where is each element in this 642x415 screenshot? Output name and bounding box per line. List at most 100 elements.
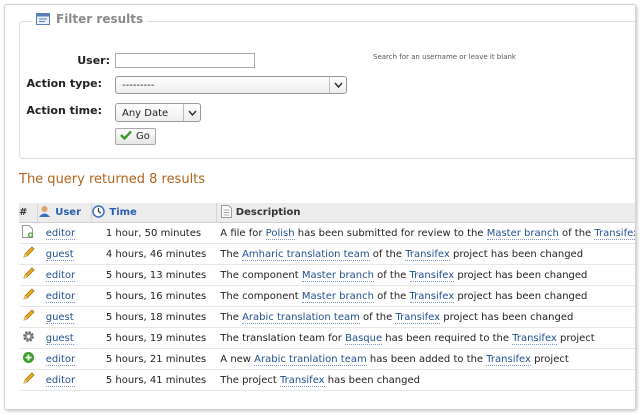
sort-time-link[interactable]: Time <box>109 207 136 218</box>
description-text: project has been changed <box>454 290 588 302</box>
row-description-cell: The translation team for Basque has been… <box>216 327 635 349</box>
row-user-cell: guest <box>37 306 92 328</box>
description-text: The <box>220 248 243 260</box>
col-description-label: Description <box>235 207 301 218</box>
row-user-cell: editor <box>37 222 92 244</box>
description-text: The <box>220 311 243 323</box>
description-text: The translation team for <box>220 332 346 344</box>
pencil-icon <box>22 288 35 304</box>
results-table: # User Time Description editor 1 hour, 5… <box>19 203 635 391</box>
filter-panel: Filter results User: Search for an usern… <box>19 12 635 159</box>
user-link[interactable]: guest <box>45 248 74 261</box>
col-header-user[interactable]: User <box>37 203 92 223</box>
user-link[interactable]: editor <box>45 269 76 282</box>
description-link[interactable]: Transifex <box>395 311 441 324</box>
description-text: project <box>556 332 595 344</box>
user-hint: Search for an username or leave it blank <box>373 53 516 61</box>
row-description-cell: The component Master branch of the Trans… <box>216 264 635 286</box>
user-link[interactable]: guest <box>45 311 74 324</box>
row-time-cell: 4 hours, 46 minutes <box>91 243 217 265</box>
description-link[interactable]: Master branch <box>301 290 374 303</box>
user-label: User: <box>77 54 110 67</box>
description-text: project has been changed <box>440 311 574 323</box>
file-add-icon <box>22 225 34 241</box>
row-time-cell: 1 hour, 50 minutes <box>91 222 217 244</box>
user-icon <box>38 205 51 221</box>
description-link[interactable]: Transifex <box>594 227 635 240</box>
row-description-cell: A new Arabic tranlation team has been ad… <box>216 348 635 370</box>
description-text: project has been changed <box>449 248 584 260</box>
user-link[interactable]: guest <box>45 332 74 345</box>
user-link[interactable]: editor <box>45 227 76 240</box>
description-text: has been changed <box>324 374 420 386</box>
user-link[interactable]: editor <box>45 290 76 303</box>
row-time-cell: 5 hours, 41 minutes <box>91 369 217 391</box>
row-description-cell: The project Transifex has been changed <box>216 369 635 391</box>
row-icon-cell <box>19 222 38 244</box>
row-icon-cell <box>19 264 38 286</box>
chevron-down-icon <box>183 104 200 121</box>
description-text: A new <box>220 353 255 365</box>
table-row: guest 5 hours, 18 minutes The Arabic trans… <box>19 306 635 328</box>
action-time-label: Action time: <box>26 104 102 117</box>
user-link[interactable]: editor <box>45 353 76 366</box>
description-link[interactable]: Amharic translation team <box>242 248 370 261</box>
pencil-icon <box>22 309 35 325</box>
row-user-cell: editor <box>37 348 92 370</box>
table-row: editor 5 hours, 21 minutes A new Arabic tr… <box>19 348 635 370</box>
row-time-cell: 5 hours, 13 minutes <box>91 264 217 286</box>
row-icon-cell <box>19 348 38 370</box>
description-link[interactable]: Transifex <box>409 290 455 303</box>
add-green-icon <box>22 351 35 367</box>
action-time-value: Any Date <box>122 108 169 119</box>
row-time-cell: 5 hours, 19 minutes <box>91 327 217 349</box>
description-link[interactable]: Master branch <box>301 269 374 282</box>
action-type-label: Action type: <box>26 77 102 90</box>
description-link[interactable]: Transifex <box>512 332 557 345</box>
description-link[interactable]: Basque <box>345 332 383 345</box>
user-input[interactable] <box>115 53 255 68</box>
action-type-select[interactable]: --------- <box>115 76 347 94</box>
description-link[interactable]: Transifex <box>405 248 450 261</box>
description-text: The component <box>220 269 302 281</box>
filter-legend-text: Filter results <box>56 12 144 26</box>
pencil-icon <box>22 372 35 388</box>
gear-icon <box>22 330 35 346</box>
col-header-time[interactable]: Time <box>91 203 217 223</box>
row-time-cell: 5 hours, 21 minutes <box>91 348 217 370</box>
row-description-cell: The component Master branch of the Trans… <box>216 285 635 307</box>
row-description-cell: A file for Polish has been submitted for… <box>216 222 635 244</box>
description-text: of the <box>558 227 595 239</box>
go-button[interactable]: Go <box>115 128 156 145</box>
description-link[interactable]: Master branch <box>486 227 559 240</box>
description-link[interactable]: Arabic tranlation team <box>254 353 367 366</box>
description-text: project has been changed <box>454 269 588 281</box>
table-header-row: # User Time Description <box>19 203 635 223</box>
sort-user-link[interactable]: User <box>55 207 81 218</box>
row-user-cell: guest <box>37 243 92 265</box>
clock-icon <box>92 204 106 221</box>
row-time-cell: 5 hours, 18 minutes <box>91 306 217 328</box>
description-link[interactable]: Arabic translation team <box>242 311 360 324</box>
row-icon-cell <box>19 306 38 328</box>
row-user-cell: guest <box>37 327 92 349</box>
table-row: editor 5 hours, 16 minutes The component M… <box>19 285 635 307</box>
row-icon-cell <box>19 243 38 265</box>
description-text: A file for <box>220 227 266 239</box>
filter-legend: Filter results <box>32 12 148 26</box>
description-link[interactable]: Transifex <box>486 353 531 366</box>
description-text: of the <box>373 290 410 302</box>
row-icon-cell <box>19 369 38 391</box>
description-link[interactable]: Polish <box>265 227 295 240</box>
table-row: editor 1 hour, 50 minutes A file for Polis… <box>19 222 635 244</box>
user-link[interactable]: editor <box>45 374 76 387</box>
row-time-cell: 5 hours, 16 minutes <box>91 285 217 307</box>
description-link[interactable]: Transifex <box>409 269 455 282</box>
description-text: has been submitted for review to the <box>294 227 487 239</box>
description-link[interactable]: Transifex <box>279 374 325 387</box>
col-header-description: Description <box>215 203 635 223</box>
description-text: The component <box>220 290 302 302</box>
chevron-down-icon <box>329 77 346 93</box>
action-time-select[interactable]: Any Date <box>115 103 201 122</box>
pencil-icon <box>22 267 35 283</box>
